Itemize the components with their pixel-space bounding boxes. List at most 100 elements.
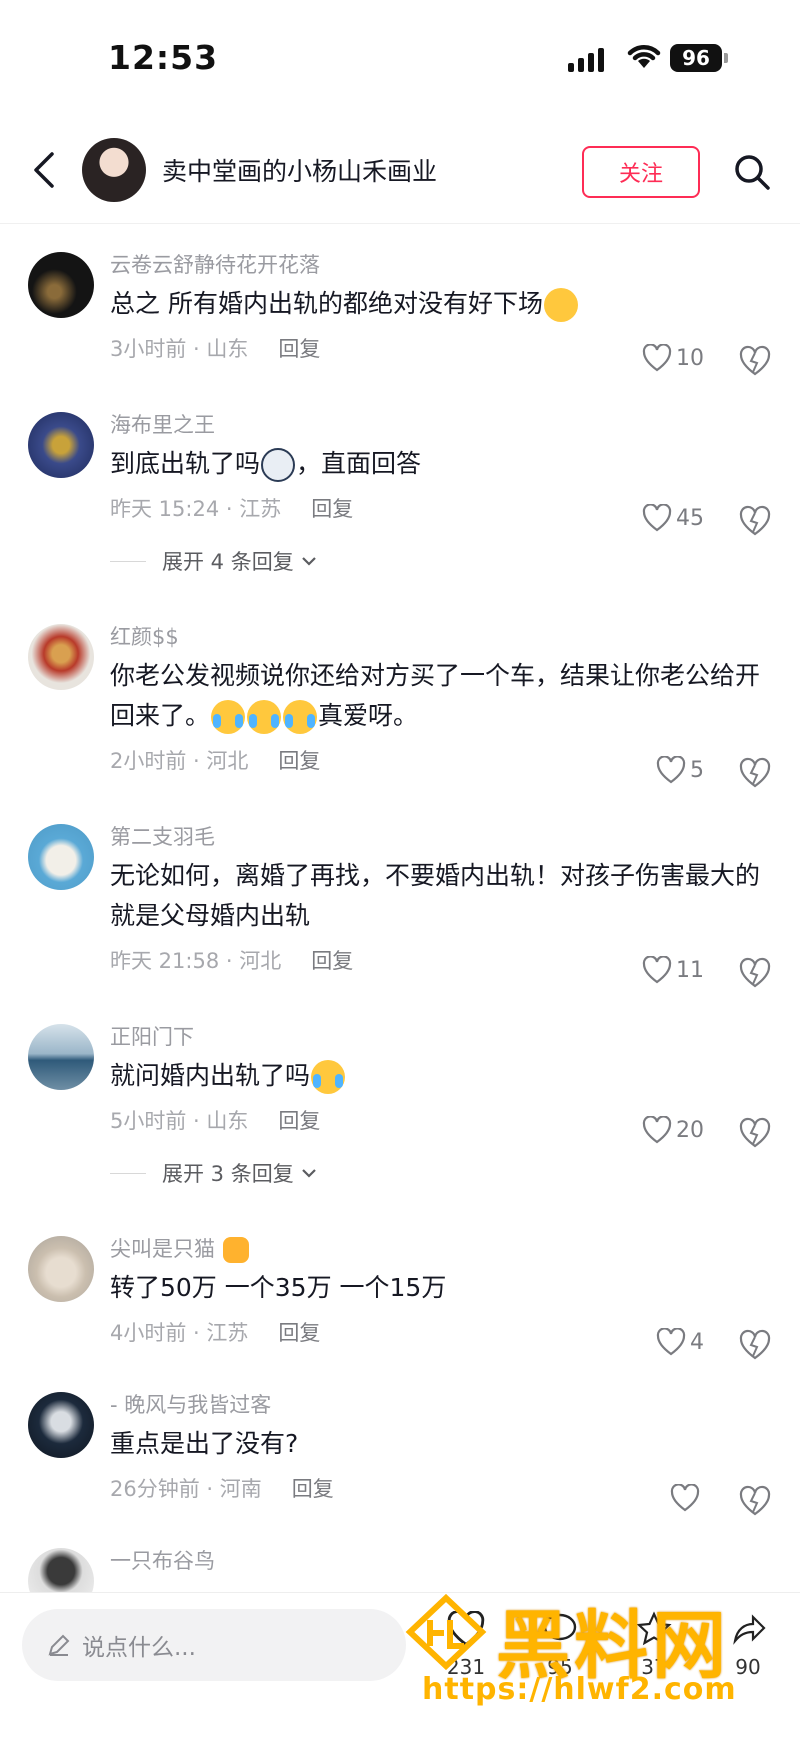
heart-icon <box>670 1484 700 1512</box>
comment-text: 总之 所有婚内出轨的都绝对没有好下场 <box>110 284 776 324</box>
comment-text: 无论如何，离婚了再找，不要婚内出轨！对孩子伤害最大的就是父母婚内出轨 <box>110 861 761 930</box>
heart-icon <box>642 956 672 984</box>
avatar[interactable] <box>28 824 94 890</box>
heart-icon <box>656 1328 686 1356</box>
comment-item: 海布里之王 到底出轨了吗 ，直面回答 昨天 15:24 · 江苏 回复 展开 4 … <box>0 400 800 610</box>
avatar[interactable] <box>28 1236 94 1302</box>
avatar[interactable] <box>28 412 94 478</box>
comment-text: 就问婚内出轨了吗 <box>110 1056 776 1096</box>
dislike-icon[interactable] <box>738 504 772 538</box>
cry-laugh-emoji-icon <box>283 700 318 734</box>
battery-indicator: 96 <box>670 44 722 72</box>
comment-item: - 晚风与我皆过客 重点是出了没有? 26分钟前 · 河南 回复 <box>0 1380 800 1530</box>
reply-button[interactable]: 回复 <box>311 492 353 526</box>
laugh-emoji-icon <box>543 288 578 322</box>
like-button[interactable]: 10 <box>642 344 704 372</box>
like-button[interactable]: 20 <box>642 1116 704 1144</box>
like-button[interactable] <box>670 1484 704 1512</box>
like-count: 5 <box>690 757 704 783</box>
search-button[interactable] <box>726 146 778 198</box>
comment-item: 正阳门下 就问婚内出轨了吗 5小时前 · 山东 回复 展开 3 条回复 20 <box>0 1012 800 1222</box>
like-count: 10 <box>676 345 704 371</box>
avatar[interactable] <box>82 138 146 202</box>
status-bar: 12:53 96 <box>0 0 800 110</box>
avatar[interactable] <box>28 1024 94 1090</box>
like-button[interactable]: 4 <box>656 1328 704 1356</box>
comment-username[interactable]: 云卷云舒静待花开花落 <box>110 250 776 280</box>
like-button[interactable]: 45 <box>642 504 704 532</box>
dislike-icon[interactable] <box>738 756 772 790</box>
comment-input-placeholder: 说点什么... <box>82 1635 196 1661</box>
like-count: 4 <box>690 1329 704 1355</box>
comment-username[interactable]: - 晚风与我皆过客 <box>110 1390 776 1420</box>
husky-emoji-icon <box>261 448 296 482</box>
back-button[interactable] <box>22 144 66 196</box>
comment-text: 你老公发视频说你还给对方买了一个车，结果让你老公给开回来了。 真爱呀。 <box>110 656 776 736</box>
reply-button[interactable]: 回复 <box>278 1104 320 1138</box>
expand-replies-button[interactable]: 展开 3 条回复 <box>110 1158 776 1188</box>
comment-time-location: 5小时前 · 山东 <box>110 1109 249 1133</box>
dislike-icon[interactable] <box>738 1484 772 1518</box>
comment-username[interactable]: 正阳门下 <box>110 1022 776 1052</box>
comment-text: 重点是出了没有? <box>110 1429 299 1458</box>
comment-text: 转了50万 一个35万 一个15万 <box>110 1273 447 1302</box>
pencil-icon <box>48 1634 70 1656</box>
avatar[interactable] <box>28 1392 94 1458</box>
reply-button[interactable]: 回复 <box>278 744 320 778</box>
comment-username[interactable]: 海布里之王 <box>110 410 776 440</box>
chevron-down-icon <box>301 557 316 566</box>
watermark-logo <box>405 1594 487 1670</box>
comment-time-location: 4小时前 · 江苏 <box>110 1321 249 1345</box>
like-button[interactable]: 5 <box>656 756 704 784</box>
heart-icon <box>642 504 672 532</box>
comment-time-location: 2小时前 · 河北 <box>110 749 249 773</box>
cry-laugh-emoji-icon <box>247 700 282 734</box>
like-count: 45 <box>676 505 704 531</box>
comment-time-location: 昨天 21:58 · 河北 <box>110 949 282 973</box>
dislike-icon[interactable] <box>738 344 772 378</box>
heart-icon <box>656 756 686 784</box>
comment-item: 云卷云舒静待花开花落 总之 所有婚内出轨的都绝对没有好下场 3小时前 · 山东 … <box>0 240 800 390</box>
like-count: 11 <box>676 957 704 983</box>
comment-item: 第二支羽毛 无论如何，离婚了再找，不要婚内出轨！对孩子伤害最大的就是父母婚内出轨… <box>0 812 800 1008</box>
comment-input[interactable]: 说点什么... <box>22 1609 406 1681</box>
like-count: 20 <box>676 1117 704 1143</box>
expand-replies-button[interactable]: 展开 4 条回复 <box>110 546 776 576</box>
divider <box>110 560 146 562</box>
divider <box>110 1172 146 1174</box>
avatar[interactable] <box>28 252 94 318</box>
heart-icon <box>642 344 672 372</box>
reply-button[interactable]: 回复 <box>278 332 320 366</box>
avatar[interactable] <box>28 624 94 690</box>
comment-item: 尖叫是只猫 转了50万 一个35万 一个15万 4小时前 · 江苏 回复 4 <box>0 1224 800 1374</box>
comment-item: 红颜$$ 你老公发视频说你还给对方买了一个车，结果让你老公给开回来了。 真爱呀。 … <box>0 612 800 808</box>
wifi-icon <box>627 45 661 68</box>
page-title[interactable]: 卖中堂画的小杨山禾画业 <box>162 152 437 188</box>
comment-time-location: 3小时前 · 山东 <box>110 337 249 361</box>
follow-button[interactable]: 关注 <box>582 146 700 198</box>
reply-button[interactable]: 回复 <box>311 944 353 978</box>
comment-username[interactable]: 第二支羽毛 <box>110 822 776 852</box>
battery-tip <box>724 53 728 63</box>
heart-icon <box>642 1116 672 1144</box>
header: 卖中堂画的小杨山禾画业 关注 <box>0 120 800 224</box>
watermark: 黑料网 https://hlwf2.com <box>404 1580 784 1720</box>
search-icon <box>735 155 770 190</box>
comment-username[interactable]: 红颜$$ <box>110 622 776 652</box>
comment-username[interactable]: 一只布谷鸟 <box>110 1546 776 1576</box>
chevron-left-icon <box>34 152 54 188</box>
comment-username[interactable]: 尖叫是只猫 <box>110 1234 776 1264</box>
reply-button[interactable]: 回复 <box>278 1316 320 1350</box>
comment-time-location: 26分钟前 · 河南 <box>110 1477 262 1501</box>
like-button[interactable]: 11 <box>642 956 704 984</box>
dislike-icon[interactable] <box>738 956 772 990</box>
expand-replies-label: 展开 3 条回复 <box>162 1162 294 1186</box>
clock: 12:53 <box>108 38 219 77</box>
comment-time-location: 昨天 15:24 · 江苏 <box>110 497 282 521</box>
cat-emoji-icon <box>222 1237 249 1263</box>
dislike-icon[interactable] <box>738 1328 772 1362</box>
dislike-icon[interactable] <box>738 1116 772 1150</box>
chevron-down-icon <box>301 1169 316 1178</box>
comment-text: 到底出轨了吗 ，直面回答 <box>110 444 776 484</box>
reply-button[interactable]: 回复 <box>292 1472 334 1506</box>
